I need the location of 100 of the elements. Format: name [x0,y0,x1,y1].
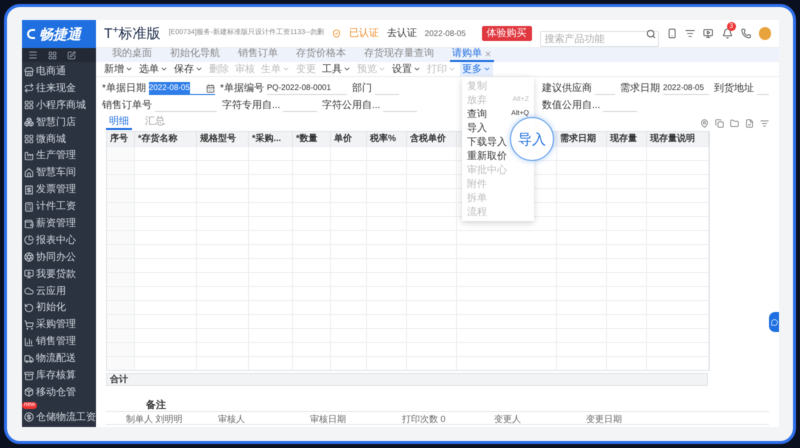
sidebar-item[interactable]: 协同办公 [22,250,96,265]
chat-icon [770,318,778,326]
toolbar-button[interactable]: 选单 [137,62,170,76]
toolbar-button[interactable]: 设置 [390,62,423,76]
table-cell [607,146,647,160]
house-icon [24,168,34,178]
calendar-icon[interactable] [206,84,215,92]
footer-field: 变更人 [494,414,521,424]
toolbar-button[interactable]: 新增 [102,62,135,76]
sidebar-item[interactable]: 小程序商城 [22,98,96,113]
sidebar-item[interactable]: 智慧车间 [22,165,96,180]
phone-device-icon[interactable] [666,28,678,39]
logo-mark-icon [27,29,35,39]
toolbar-button[interactable]: 保存 [172,62,205,76]
remarks-label: 备注 [146,398,166,412]
sidebar-item[interactable]: 报表中心 [22,232,96,248]
footer-field: 审核人 [218,414,245,424]
field-label: 建议供应商 [542,82,592,96]
subtab[interactable]: 明细 [106,116,132,130]
edit-icon[interactable] [67,50,76,60]
list-icon[interactable] [685,28,696,39]
field-label: 销售订单号 [102,98,152,113]
search-icon[interactable] [646,28,656,38]
copy-icon[interactable] [715,118,724,128]
sidebar-item[interactable]: 生产管理 [22,148,96,164]
input-field[interactable]: PQ-2022-08-0001 [266,82,347,94]
field-label: 字符公用自... [322,98,380,113]
store-icon [24,66,34,76]
sidebar-item[interactable]: 初始化 [22,300,96,316]
grid-icon[interactable] [48,50,57,60]
bar-chart-icon [24,336,34,347]
column-header: 单价 [331,132,367,146]
wallet-icon [24,218,34,229]
phone-icon[interactable] [740,28,751,39]
sidebar-item[interactable]: 电商通 [22,64,96,79]
sidebar-item[interactable]: 销售管理 [22,334,96,350]
table-cell [367,146,407,160]
field-label: 数值公用自... [542,99,600,113]
footer-field: 审核日期 [310,414,346,424]
column-header: 需求日期 [557,132,607,146]
sidebar-item[interactable]: 物流配送 [22,351,96,366]
field-label: 需求日期 [620,82,660,96]
file-check-icon[interactable] [745,118,754,128]
table-cell [407,174,457,188]
column-header: *数量 [293,132,331,146]
column-header: 序号 [107,132,135,146]
column-header: 税率% [367,132,407,146]
field-label: *单据日期 [102,82,146,96]
total-row: 合计 [106,373,708,386]
close-icon[interactable] [484,50,492,58]
aperture-icon [24,252,34,262]
trial-button[interactable]: 体验购买 [482,26,532,41]
coin-icon [24,412,34,422]
sidebar-item[interactable]: 库存核算 [22,368,96,384]
input-field[interactable]: 2022-08-05 [663,82,709,94]
monitor-icon [24,269,34,280]
monitor-icon[interactable] [703,28,714,39]
grid-icon [24,100,34,110]
grid-icon [24,134,34,144]
field-label: 部门 [352,82,372,96]
sidebar-item[interactable]: 发票管理 [22,182,96,198]
column-header: *存货名称 [135,132,197,146]
caret-icon [343,65,351,73]
sidebar-item[interactable]: 采购管理 [22,317,96,332]
sidebar-item[interactable]: 薪资管理 [22,216,96,232]
field-label: 字符专用自... [222,98,280,113]
sidebar-item[interactable]: 往来现金 [22,80,96,96]
certify-link[interactable]: 去认证 [386,26,417,41]
caret-icon [483,65,491,73]
caret-icon [125,65,133,73]
folder-icon[interactable] [730,118,739,128]
table-cell [407,188,457,202]
sidebar-item[interactable]: 计件工资 [22,199,96,214]
filter-icon[interactable] [760,118,769,128]
menu-icon[interactable] [28,50,38,60]
sidebar-item[interactable]: 微商城 [22,132,96,147]
footer-field: 制单人 刘明明 [126,414,183,424]
certification-status: 已认证 [348,27,379,41]
toolbar-button[interactable]: 工具 [320,62,353,76]
pin-icon[interactable] [700,118,709,128]
calculator-icon [24,202,34,212]
table-cell [249,146,293,160]
caret-icon [413,65,421,73]
bell-icon[interactable] [722,28,733,39]
footer-field: 变更日期 [586,414,622,424]
table-cell [135,146,197,160]
toolbar-button[interactable]: 更多 [460,62,493,76]
sidebar-item[interactable]: 智慧门店 [22,114,96,130]
sidebar-item[interactable]: 仓储物流工资 [22,410,96,425]
sidebar-item[interactable]: 我要贷款 [22,266,96,282]
table-cell [407,202,457,216]
footer-field: 打印次数 0 [402,414,446,424]
table-cell [331,146,367,160]
boxes-icon [24,117,34,128]
search-field[interactable]: 搜索产品功能 [540,31,659,47]
sidebar-item[interactable]: 移动仓管 [22,384,96,400]
sidebar-item[interactable]: 云应用 [22,284,96,299]
arrows-icon [24,83,34,94]
side-panel-button[interactable] [769,312,779,332]
logo-text: 畅捷通 [39,24,81,44]
